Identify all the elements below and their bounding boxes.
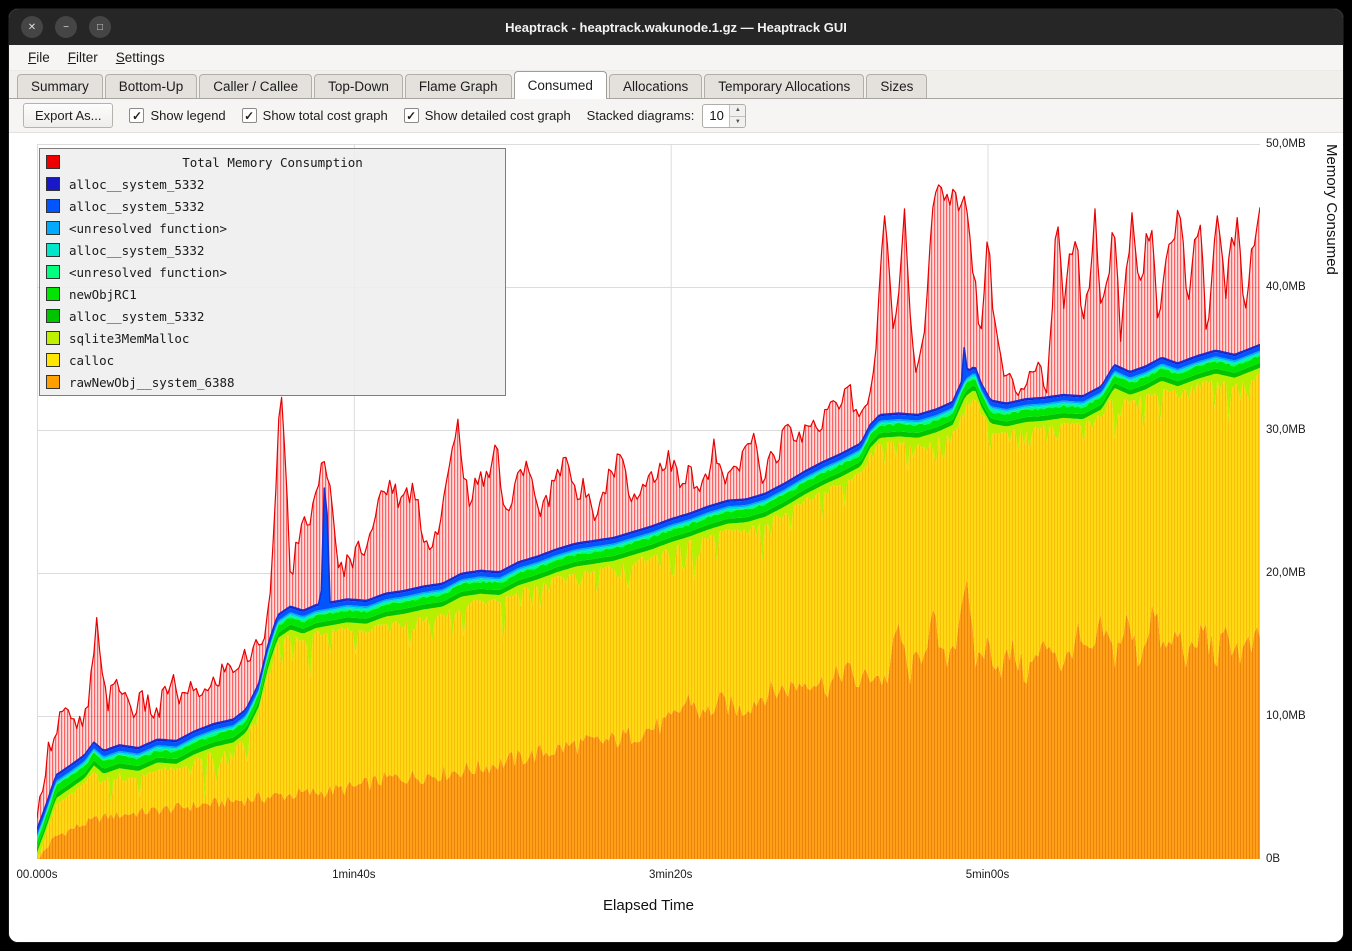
close-icon[interactable]: ✕ xyxy=(21,16,43,38)
tab-bar: SummaryBottom-UpCaller / CalleeTop-DownF… xyxy=(9,71,1343,99)
tab-summary[interactable]: Summary xyxy=(17,74,103,98)
y-tick-label: 0B xyxy=(1266,853,1280,865)
legend-item-alloc-system-5332: alloc__system_5332 xyxy=(40,195,505,217)
legend-item-alloc-system-5332: alloc__system_5332 xyxy=(40,305,505,327)
toolbar: Export As... ✓ Show legend ✓ Show total cos… xyxy=(9,99,1343,133)
y-axis-title: Memory Consumed xyxy=(1323,144,1340,859)
legend-item-unresolved-function: <unresolved function> xyxy=(40,261,505,283)
y-tick-label: 40,0MB xyxy=(1266,281,1306,293)
legend-swatch xyxy=(46,199,60,213)
checkmark-icon[interactable]: ✓ xyxy=(404,108,419,123)
tab-allocations[interactable]: Allocations xyxy=(609,74,702,98)
legend-title: Total Memory Consumption xyxy=(69,155,476,170)
window-controls: ✕ − □ xyxy=(9,16,111,38)
legend-item-newobjrc1: newObjRC1 xyxy=(40,283,505,305)
stacked-diagrams-spinbox[interactable]: 10 ▲ ▼ xyxy=(702,104,746,128)
legend-swatch xyxy=(46,177,60,191)
y-tick-label: 20,0MB xyxy=(1266,567,1306,579)
legend-swatch xyxy=(46,309,60,323)
legend-swatch xyxy=(46,331,60,345)
legend-label: newObjRC1 xyxy=(69,287,137,302)
checkbox-show-detailed-cost-graph[interactable]: ✓ Show detailed cost graph xyxy=(404,108,571,123)
legend-swatch xyxy=(46,375,60,389)
stacked-diagrams-label: Stacked diagrams: xyxy=(587,108,695,123)
spin-down-icon[interactable]: ▼ xyxy=(730,116,745,127)
legend-label: calloc xyxy=(69,353,114,368)
checkbox-label: Show total cost graph xyxy=(263,108,388,123)
legend-item-calloc: calloc xyxy=(40,349,505,371)
y-tick-label: 50,0MB xyxy=(1266,138,1306,150)
tab-top-down[interactable]: Top-Down xyxy=(314,74,403,98)
checkbox-group: ✓ Show legend ✓ Show total cost graph ✓ Show … xyxy=(129,108,570,123)
export-as-button[interactable]: Export As... xyxy=(23,103,113,128)
legend-label: alloc__system_5332 xyxy=(69,309,204,324)
checkmark-icon[interactable]: ✓ xyxy=(129,108,144,123)
tab-consumed[interactable]: Consumed xyxy=(514,71,607,99)
tab-flame-graph[interactable]: Flame Graph xyxy=(405,74,512,98)
spin-up-icon[interactable]: ▲ xyxy=(730,105,745,116)
legend-label: <unresolved function> xyxy=(69,265,227,280)
checkbox-show-total-cost-graph[interactable]: ✓ Show total cost graph xyxy=(242,108,388,123)
legend-label: rawNewObj__system_6388 xyxy=(69,375,235,390)
stacked-diagrams-value[interactable]: 10 xyxy=(703,105,729,127)
menu-bar: File Filter Settings xyxy=(9,45,1343,71)
menu-file[interactable]: File xyxy=(19,47,59,68)
legend-item-alloc-system-5332: alloc__system_5332 xyxy=(40,239,505,261)
legend-swatch xyxy=(46,265,60,279)
x-tick-label: 3min20s xyxy=(649,869,692,881)
legend-item-alloc-system-5332: alloc__system_5332 xyxy=(40,173,505,195)
stacked-diagrams-group: Stacked diagrams: 10 ▲ ▼ xyxy=(587,104,747,128)
tab-bottom-up[interactable]: Bottom-Up xyxy=(105,74,198,98)
menu-settings[interactable]: Settings xyxy=(107,47,174,68)
spin-buttons: ▲ ▼ xyxy=(729,105,745,127)
legend-swatch xyxy=(46,287,60,301)
legend-label: <unresolved function> xyxy=(69,221,227,236)
x-axis-title: Elapsed Time xyxy=(37,897,1260,914)
minimize-icon[interactable]: − xyxy=(55,16,77,38)
legend-swatch-total xyxy=(46,155,60,169)
x-tick-label: 1min40s xyxy=(332,869,375,881)
legend-item-sqlite3memmalloc: sqlite3MemMalloc xyxy=(40,327,505,349)
title-bar[interactable]: ✕ − □ Heaptrack - heaptrack.wakunode.1.g… xyxy=(9,9,1343,45)
y-tick-label: 30,0MB xyxy=(1266,424,1306,436)
window-title: Heaptrack - heaptrack.wakunode.1.gz — He… xyxy=(9,20,1343,35)
chart-legend: Total Memory Consumption alloc__system_53… xyxy=(39,148,506,396)
legend-label: alloc__system_5332 xyxy=(69,199,204,214)
maximize-icon[interactable]: □ xyxy=(89,16,111,38)
checkbox-label: Show detailed cost graph xyxy=(425,108,571,123)
legend-swatch xyxy=(46,353,60,367)
legend-swatch xyxy=(46,221,60,235)
heaptrack-window: ✕ − □ Heaptrack - heaptrack.wakunode.1.g… xyxy=(8,8,1344,943)
legend-item-unresolved-function: <unresolved function> xyxy=(40,217,505,239)
tab-sizes[interactable]: Sizes xyxy=(866,74,927,98)
checkbox-show-legend[interactable]: ✓ Show legend xyxy=(129,108,225,123)
x-axis-ticks: 00.000s1min40s3min20s5min00s xyxy=(37,869,1260,885)
checkbox-label: Show legend xyxy=(150,108,225,123)
legend-title-row: Total Memory Consumption xyxy=(40,151,505,173)
desktop-background: ✕ − □ Heaptrack - heaptrack.wakunode.1.g… xyxy=(0,0,1352,951)
legend-label: alloc__system_5332 xyxy=(69,177,204,192)
legend-item-rawnewobj-system-6388: rawNewObj__system_6388 xyxy=(40,371,505,393)
checkmark-icon[interactable]: ✓ xyxy=(242,108,257,123)
consumed-chart-area: Total Memory Consumption alloc__system_53… xyxy=(9,133,1343,942)
legend-label: alloc__system_5332 xyxy=(69,243,204,258)
legend-swatch xyxy=(46,243,60,257)
legend-label: sqlite3MemMalloc xyxy=(69,331,189,346)
tab-temporary-allocations[interactable]: Temporary Allocations xyxy=(704,74,864,98)
x-tick-label: 00.000s xyxy=(17,869,58,881)
tab-caller-callee[interactable]: Caller / Callee xyxy=(199,74,312,98)
x-tick-label: 5min00s xyxy=(966,869,1009,881)
menu-filter[interactable]: Filter xyxy=(59,47,107,68)
y-tick-label: 10,0MB xyxy=(1266,710,1306,722)
